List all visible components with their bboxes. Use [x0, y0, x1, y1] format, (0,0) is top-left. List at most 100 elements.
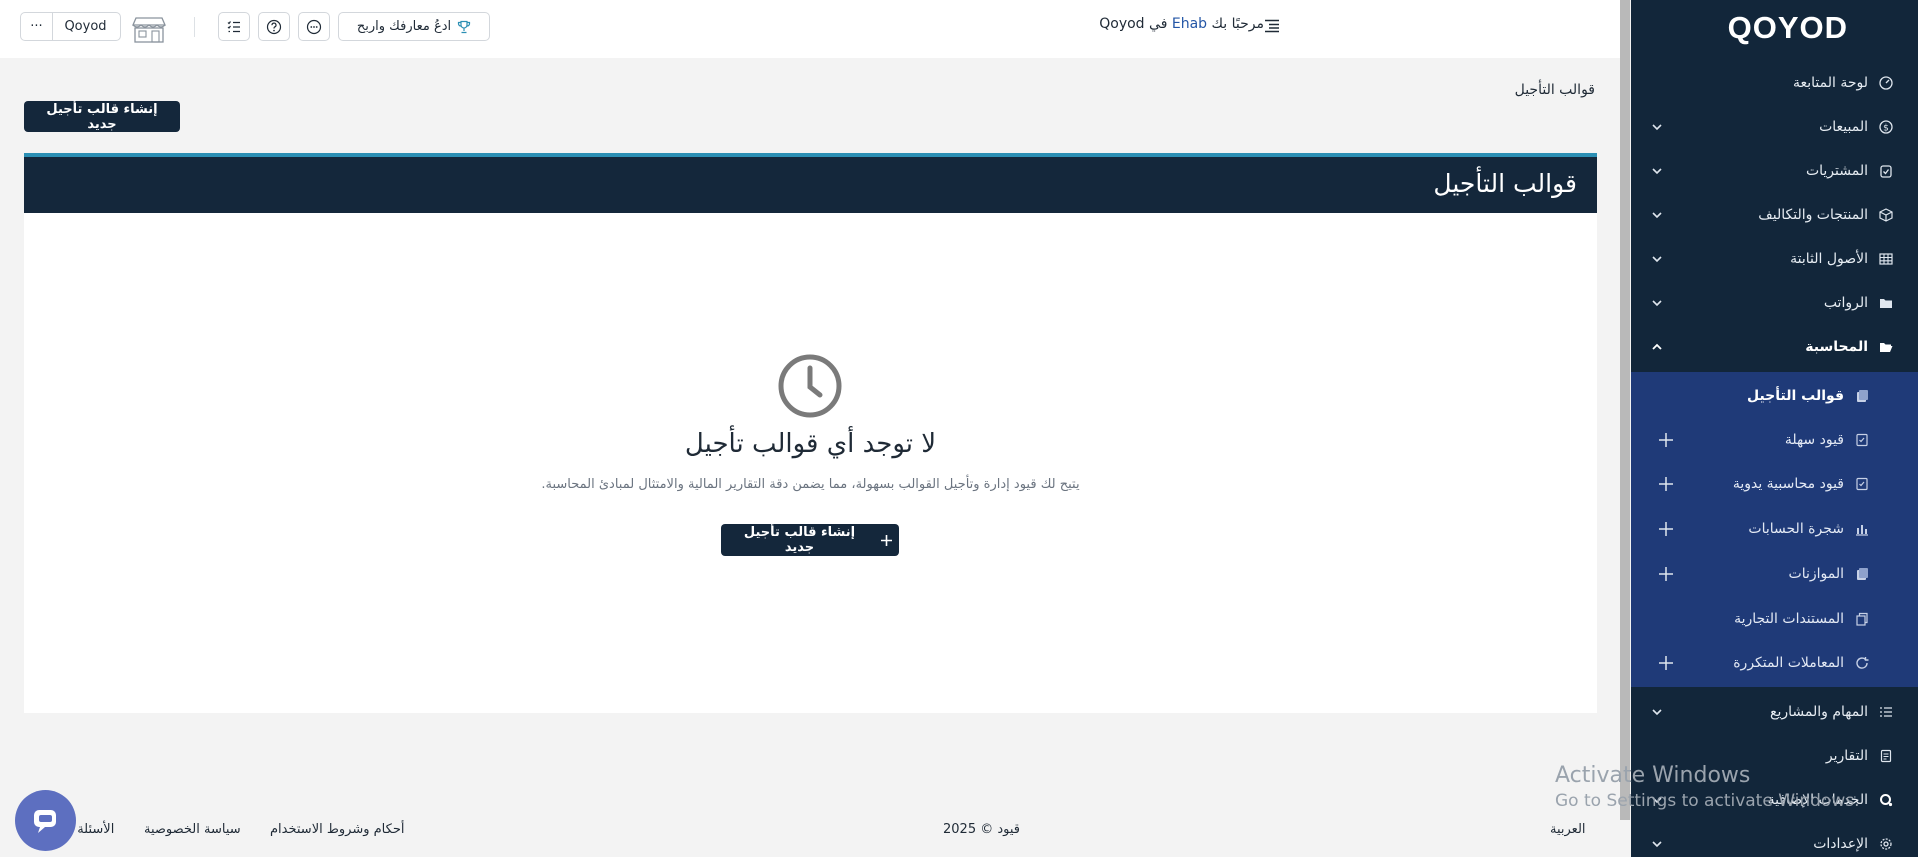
refresh-icon [1854, 655, 1870, 671]
copy-icon [1854, 611, 1870, 627]
more-options-icon[interactable]: ··· [21, 19, 52, 34]
store-icon[interactable] [129, 14, 169, 44]
sidebar-item-accounting[interactable]: المحاسبة [1631, 325, 1918, 369]
sidebar: QOYOD لوحة المتابعة $ المبيعات المشتريات… [1631, 0, 1918, 857]
sidebar-item-label: المحاسبة [1805, 339, 1868, 355]
sidebar-item-tasks[interactable]: المهام والمشاريع [1631, 690, 1918, 734]
windows-activation-watermark: Activate Windows Go to Settings to activ… [1555, 762, 1860, 812]
journal-icon [1854, 476, 1870, 492]
checklist-icon [227, 20, 240, 32]
chevron-down-icon[interactable] [1649, 295, 1665, 311]
plus-icon[interactable] [1657, 431, 1675, 449]
refer-and-earn-button[interactable]: ادعُ معارفك واربح [338, 12, 490, 41]
trophy-icon [458, 20, 471, 33]
plus-icon[interactable] [1657, 565, 1675, 583]
submenu-item-label: قيود محاسبية يدوية [1732, 476, 1844, 492]
chevron-up-icon[interactable] [1649, 339, 1665, 355]
sidebar-item-dashboard[interactable]: لوحة المتابعة [1631, 61, 1918, 105]
submenu-item-label: المستندات التجارية [1734, 611, 1844, 627]
empty-state-create-label: إنشاء قالب تأجيل جديد [743, 525, 856, 555]
company-switcher[interactable]: Qoyod ··· [20, 12, 121, 41]
gear-icon [1878, 836, 1894, 852]
terms-link[interactable]: أحكام وشروط الاستخدام [270, 822, 404, 837]
submenu-item-commercial-documents[interactable]: المستندات التجارية [1631, 597, 1918, 641]
sidebar-item-payroll[interactable]: الرواتب [1631, 281, 1918, 325]
submenu-item-label: الموازنات [1788, 566, 1844, 582]
refer-label: ادعُ معارفك واربح [356, 19, 452, 34]
chart-bars-icon [1854, 521, 1870, 537]
box-icon [1878, 207, 1894, 223]
welcome-prefix: مرحبًا بك [1211, 16, 1264, 32]
chevron-down-icon[interactable] [1649, 163, 1665, 179]
sidebar-item-products[interactable]: المنتجات والتكاليف [1631, 193, 1918, 237]
dollar-icon: $ [1878, 119, 1894, 135]
plus-icon[interactable] [1657, 654, 1675, 672]
user-name[interactable]: Ehab [1172, 16, 1207, 32]
menu-toggle-icon[interactable] [1264, 19, 1280, 33]
svg-text:$: $ [1883, 124, 1889, 134]
create-deferral-template-button[interactable]: إنشاء قالب تأجيل جديد [24, 101, 180, 132]
sidebar-item-label: المشتريات [1805, 163, 1868, 179]
task-list-button[interactable] [218, 12, 250, 41]
sidebar-item-fixed-assets[interactable]: الأصول الثابتة [1631, 237, 1918, 281]
live-chat-button[interactable] [15, 790, 76, 851]
stack-icon [1854, 566, 1870, 582]
scrollbar-thumb[interactable] [1620, 0, 1630, 820]
panel-header: قوالب التأجيل [24, 153, 1597, 213]
purchases-icon [1878, 163, 1894, 179]
chevron-down-icon[interactable] [1649, 836, 1665, 852]
deferral-templates-panel: قوالب التأجيل لا توجد أي قوالب تأجيل يتي… [24, 153, 1597, 713]
submenu-item-manual-entries[interactable]: قيود محاسبية يدوية [1631, 462, 1918, 506]
watermark-subtitle: Go to Settings to activate Windows. [1555, 791, 1860, 811]
welcome-message: مرحبًا بك Ehab في Qoyod [1099, 16, 1264, 32]
tasks-icon [1878, 704, 1894, 720]
plus-icon[interactable] [1657, 520, 1675, 538]
submenu-item-easy-entries[interactable]: قيود سهلة [1631, 418, 1918, 462]
qoyod-icon [1878, 792, 1894, 808]
accounting-submenu: قوالب التأجيل قيود سهلة قيود محاسبية يدو… [1631, 372, 1918, 687]
sidebar-item-label: الرواتب [1823, 295, 1868, 311]
plus-icon [881, 534, 892, 546]
empty-state-description: يتيح لك قيود إدارة وتأجيل القوالب بسهولة… [541, 477, 1080, 492]
report-icon [1878, 748, 1894, 764]
chevron-down-icon[interactable] [1649, 704, 1665, 720]
copyright: قيود © 2025 [943, 822, 1021, 837]
empty-state-title: لا توجد أي قوالب تأجيل [684, 429, 937, 459]
help-button[interactable] [258, 12, 290, 41]
submenu-item-label: قيود سهلة [1784, 432, 1844, 448]
submenu-item-recurring-transactions[interactable]: المعاملات المتكررة [1631, 641, 1918, 685]
chat-dots-icon [306, 19, 322, 34]
sidebar-item-label: المنتجات والتكاليف [1758, 207, 1868, 223]
qoyod-logo[interactable]: QOYOD [1728, 8, 1848, 48]
language-switcher[interactable]: العربية [1550, 822, 1586, 837]
help-icon [266, 19, 282, 34]
privacy-link[interactable]: سياسة الخصوصية [144, 822, 241, 837]
sidebar-item-label: المبيعات [1819, 119, 1868, 135]
sidebar-item-sales[interactable]: $ المبيعات [1631, 105, 1918, 149]
page-scrollbar[interactable] [1620, 0, 1630, 820]
folder-open-icon [1878, 339, 1894, 355]
welcome-suffix: في Qoyod [1099, 16, 1168, 32]
company-name: Qoyod [64, 19, 107, 34]
grid-icon [1878, 251, 1894, 267]
switcher-divider [52, 13, 53, 40]
sidebar-item-label: لوحة المتابعة [1792, 75, 1868, 91]
chevron-down-icon[interactable] [1649, 207, 1665, 223]
top-header: مرحبًا بك Ehab في Qoyod ادعُ معارفك وارب… [0, 0, 1620, 58]
submenu-item-deferral-templates[interactable]: قوالب التأجيل [1631, 374, 1918, 418]
submenu-item-label: قوالب التأجيل [1746, 388, 1844, 404]
sidebar-item-label: الأصول الثابتة [1790, 251, 1868, 267]
empty-state-create-button[interactable]: إنشاء قالب تأجيل جديد [721, 524, 899, 556]
plus-icon[interactable] [1657, 475, 1675, 493]
chevron-down-icon[interactable] [1649, 251, 1665, 267]
chat-button[interactable] [298, 12, 330, 41]
panel-title: قوالب التأجيل [1433, 169, 1577, 198]
sidebar-item-settings[interactable]: الإعدادات [1631, 822, 1918, 857]
journal-icon [1854, 432, 1870, 448]
submenu-item-budgets[interactable]: الموازنات [1631, 552, 1918, 596]
sidebar-item-purchases[interactable]: المشتريات [1631, 149, 1918, 193]
dashboard-icon [1878, 75, 1894, 91]
submenu-item-label: المعاملات المتكررة [1733, 655, 1844, 671]
chevron-down-icon[interactable] [1649, 119, 1665, 135]
submenu-item-chart-of-accounts[interactable]: شجرة الحسابات [1631, 507, 1918, 551]
